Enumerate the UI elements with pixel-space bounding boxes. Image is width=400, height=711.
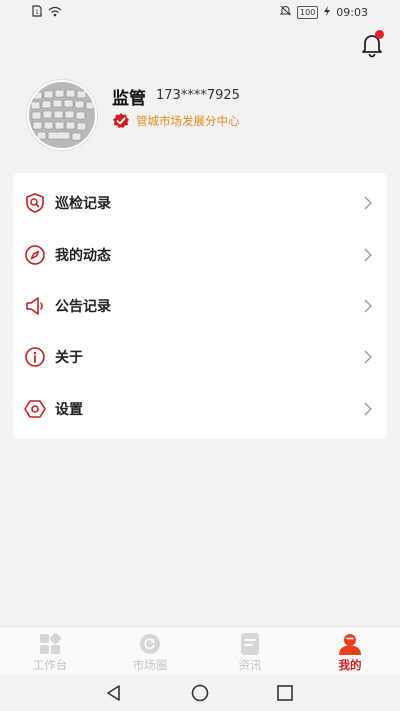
back-triangle-icon[interactable]: [105, 684, 123, 702]
profile-phone: 173****7925: [156, 88, 240, 103]
search-shield-icon: [26, 193, 44, 213]
megaphone-icon: [26, 297, 43, 315]
tab-workbench[interactable]: 工作台: [0, 627, 100, 675]
chevron-right-icon: [364, 248, 372, 262]
system-nav-bar: [0, 674, 400, 711]
info-icon: [25, 347, 45, 367]
menu-item-settings[interactable]: 设置: [13, 384, 387, 434]
notification-bell-button[interactable]: [358, 30, 386, 58]
tab-label: 市场圈: [132, 658, 168, 672]
org-row: 管城市场发展分中心: [112, 112, 240, 130]
tab-mine[interactable]: 我的: [300, 627, 400, 675]
status-time: 09:03: [336, 5, 368, 19]
menu-item-label: 设置: [55, 402, 83, 418]
tab-label: 工作台: [32, 658, 68, 672]
tab-market-circle[interactable]: 市场圈: [100, 627, 200, 675]
tab-news[interactable]: 资讯: [200, 627, 300, 675]
compass-icon: [25, 245, 45, 265]
wifi-icon: [48, 6, 62, 20]
charging-icon: [324, 5, 331, 19]
chevron-right-icon: [364, 299, 372, 313]
chevron-right-icon: [364, 196, 372, 210]
menu-card: 巡检记录 我的动态 公告记录 关于 设置: [13, 173, 387, 439]
menu-item-announcement-records[interactable]: 公告记录: [13, 281, 387, 331]
settings-hexagon-icon: [24, 400, 46, 418]
chevron-right-icon: [364, 350, 372, 364]
tab-label: 我的: [338, 658, 362, 672]
menu-item-inspection-records[interactable]: 巡检记录: [13, 178, 387, 228]
status-left: 1: [32, 5, 62, 20]
menu-item-about[interactable]: 关于: [13, 332, 387, 382]
verified-badge-icon: [113, 113, 129, 128]
avatar-keyboard-image: [29, 82, 95, 148]
menu-item-label: 公告记录: [55, 299, 111, 315]
avatar[interactable]: [27, 80, 97, 150]
notification-badge: [375, 30, 384, 39]
recents-square-icon[interactable]: [276, 684, 294, 702]
menu-item-label: 我的动态: [55, 248, 111, 264]
home-circle-icon[interactable]: [191, 684, 209, 702]
chevron-right-icon: [364, 402, 372, 416]
bottom-tab-bar: 工作台 市场圈 资讯 我的: [0, 626, 400, 675]
mute-icon: [279, 5, 292, 19]
menu-item-label: 巡检记录: [55, 196, 111, 212]
status-bar: 1 100 09:03: [0, 0, 400, 24]
tab-label: 资讯: [238, 658, 262, 672]
menu-item-my-activity[interactable]: 我的动态: [13, 230, 387, 280]
refresh-circle-icon: [140, 634, 160, 654]
profile-name: 监管: [112, 89, 146, 109]
org-name: 管城市场发展分中心: [136, 114, 240, 128]
status-right: 100 09:03: [279, 5, 368, 19]
battery-icon: 100: [297, 5, 319, 19]
dashboard-icon: [40, 633, 62, 654]
svg-text:1: 1: [35, 9, 39, 16]
user-icon: [339, 634, 361, 655]
sim-icon: 1: [32, 5, 42, 20]
menu-item-label: 关于: [55, 350, 83, 366]
document-icon: [241, 633, 259, 655]
